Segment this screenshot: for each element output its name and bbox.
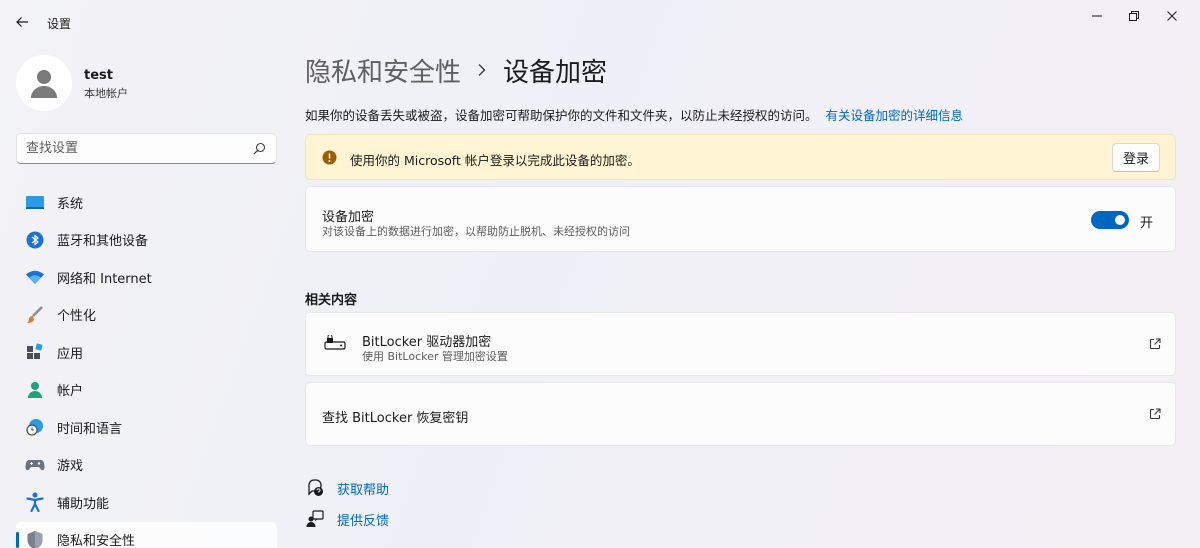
page-description: 如果你的设备丢失或被盗，设备加密可帮助保护你的文件和文件夹，以防止未经授权的访问… [305, 105, 963, 124]
bluetooth-icon [25, 230, 45, 250]
external-link-icon [1149, 338, 1161, 350]
avatar [16, 55, 72, 111]
sidebar-item-label: 系统 [57, 196, 84, 212]
feedback-link[interactable]: 提供反馈 [305, 509, 389, 529]
external-link-icon [1149, 408, 1161, 420]
user-name: test [84, 68, 113, 83]
sidebar-item-label: 隐私和安全性 [57, 534, 136, 548]
get-help-link[interactable]: 获取帮助 [305, 478, 389, 498]
sidebar-item-label: 应用 [57, 346, 84, 362]
learn-more-link[interactable]: 有关设备加密的详细信息 [826, 108, 964, 123]
sidebar-item-privacy-security[interactable]: 隐私和安全性 [16, 521, 277, 548]
apps-icon [25, 342, 45, 362]
sidebar-item-gaming[interactable]: 游戏 [16, 447, 277, 483]
sidebar-nav: 系统 蓝牙和其他设备 网络和 Internet 个性化 应用 帐户 时间和语言 … [16, 184, 277, 548]
app-title: 设置 [47, 17, 72, 31]
sidebar-item-network[interactable]: 网络和 Internet [16, 259, 277, 295]
sidebar-item-time-language[interactable]: 时间和语言 [16, 409, 277, 445]
shield-icon [25, 530, 45, 548]
gamepad-icon [25, 455, 45, 475]
arrow-left-icon [16, 17, 28, 27]
person-icon [31, 70, 57, 98]
accessibility-icon [25, 492, 45, 512]
help-chat-icon [305, 478, 325, 498]
sidebar-item-accessibility[interactable]: 辅助功能 [16, 484, 277, 520]
bitlocker-card[interactable]: BitLocker 驱动器加密 使用 BitLocker 管理加密设置 [305, 312, 1176, 376]
sidebar-item-personalization[interactable]: 个性化 [16, 297, 277, 333]
feedback-icon [305, 509, 325, 529]
warning-icon [322, 150, 337, 165]
breadcrumb: 隐私和安全性 设备加密 [305, 52, 607, 88]
sidebar-item-label: 时间和语言 [57, 421, 123, 437]
search-input[interactable] [17, 134, 237, 163]
recovery-key-card[interactable]: 查找 BitLocker 恢复密钥 [305, 382, 1176, 446]
device-encryption-subtitle: 对该设备上的数据进行加密，以帮助防止脱机、未经授权的访问 [322, 225, 630, 238]
sidebar-item-label: 网络和 Internet [57, 271, 152, 287]
warning-text: 使用你的 Microsoft 帐户登录以完成此设备的加密。 [350, 153, 640, 168]
get-help-label: 获取帮助 [337, 482, 390, 498]
sidebar-item-label: 个性化 [57, 309, 97, 324]
search-box [16, 133, 277, 164]
drive-lock-icon [324, 335, 346, 350]
sidebar-item-bluetooth[interactable]: 蓝牙和其他设备 [16, 222, 277, 258]
system-icon [25, 192, 45, 212]
sidebar-item-label: 游戏 [57, 459, 84, 474]
wifi-icon [25, 267, 45, 287]
description-text: 如果你的设备丢失或被盗，设备加密可帮助保护你的文件和文件夹，以防止未经授权的访问… [305, 108, 818, 123]
recovery-key-title: 查找 BitLocker 恢复密钥 [322, 411, 469, 426]
feedback-label: 提供反馈 [337, 513, 390, 529]
bitlocker-subtitle: 使用 BitLocker 管理加密设置 [362, 350, 508, 363]
close-icon [1167, 11, 1177, 21]
toggle-knob [1115, 215, 1125, 225]
account-icon [25, 380, 45, 400]
brush-icon [25, 305, 45, 325]
sidebar-item-accounts[interactable]: 帐户 [16, 372, 277, 408]
minimize-icon [1092, 15, 1102, 17]
sidebar-item-label: 帐户 [57, 384, 84, 399]
account-type: 本地帐户 [84, 87, 128, 100]
title-bar: 设置 [0, 0, 1200, 44]
chevron-right-icon [477, 63, 487, 77]
minimize-button[interactable] [1079, 6, 1115, 26]
search-icon[interactable] [253, 142, 266, 155]
warning-banner: 使用你的 Microsoft 帐户登录以完成此设备的加密。 登录 [305, 134, 1176, 180]
sidebar-item-system[interactable]: 系统 [16, 184, 277, 220]
restore-icon [1129, 11, 1139, 21]
maximize-button[interactable] [1116, 6, 1152, 26]
page-title: 设备加密 [503, 57, 608, 88]
breadcrumb-parent[interactable]: 隐私和安全性 [305, 52, 461, 89]
related-section-title: 相关内容 [305, 293, 358, 308]
close-button[interactable] [1154, 6, 1190, 26]
clock-globe-icon [25, 417, 45, 437]
device-encryption-toggle[interactable] [1091, 211, 1129, 229]
sidebar-item-apps[interactable]: 应用 [16, 334, 277, 370]
device-encryption-card: 设备加密 对该设备上的数据进行加密，以帮助防止脱机、未经授权的访问 开 [305, 186, 1176, 252]
back-button[interactable] [10, 10, 34, 34]
sign-in-button[interactable]: 登录 [1112, 143, 1160, 172]
user-profile[interactable]: test 本地帐户 [16, 55, 276, 111]
sidebar-item-label: 辅助功能 [57, 496, 110, 512]
sidebar-item-label: 蓝牙和其他设备 [57, 234, 149, 249]
toggle-state-label: 开 [1139, 216, 1153, 231]
